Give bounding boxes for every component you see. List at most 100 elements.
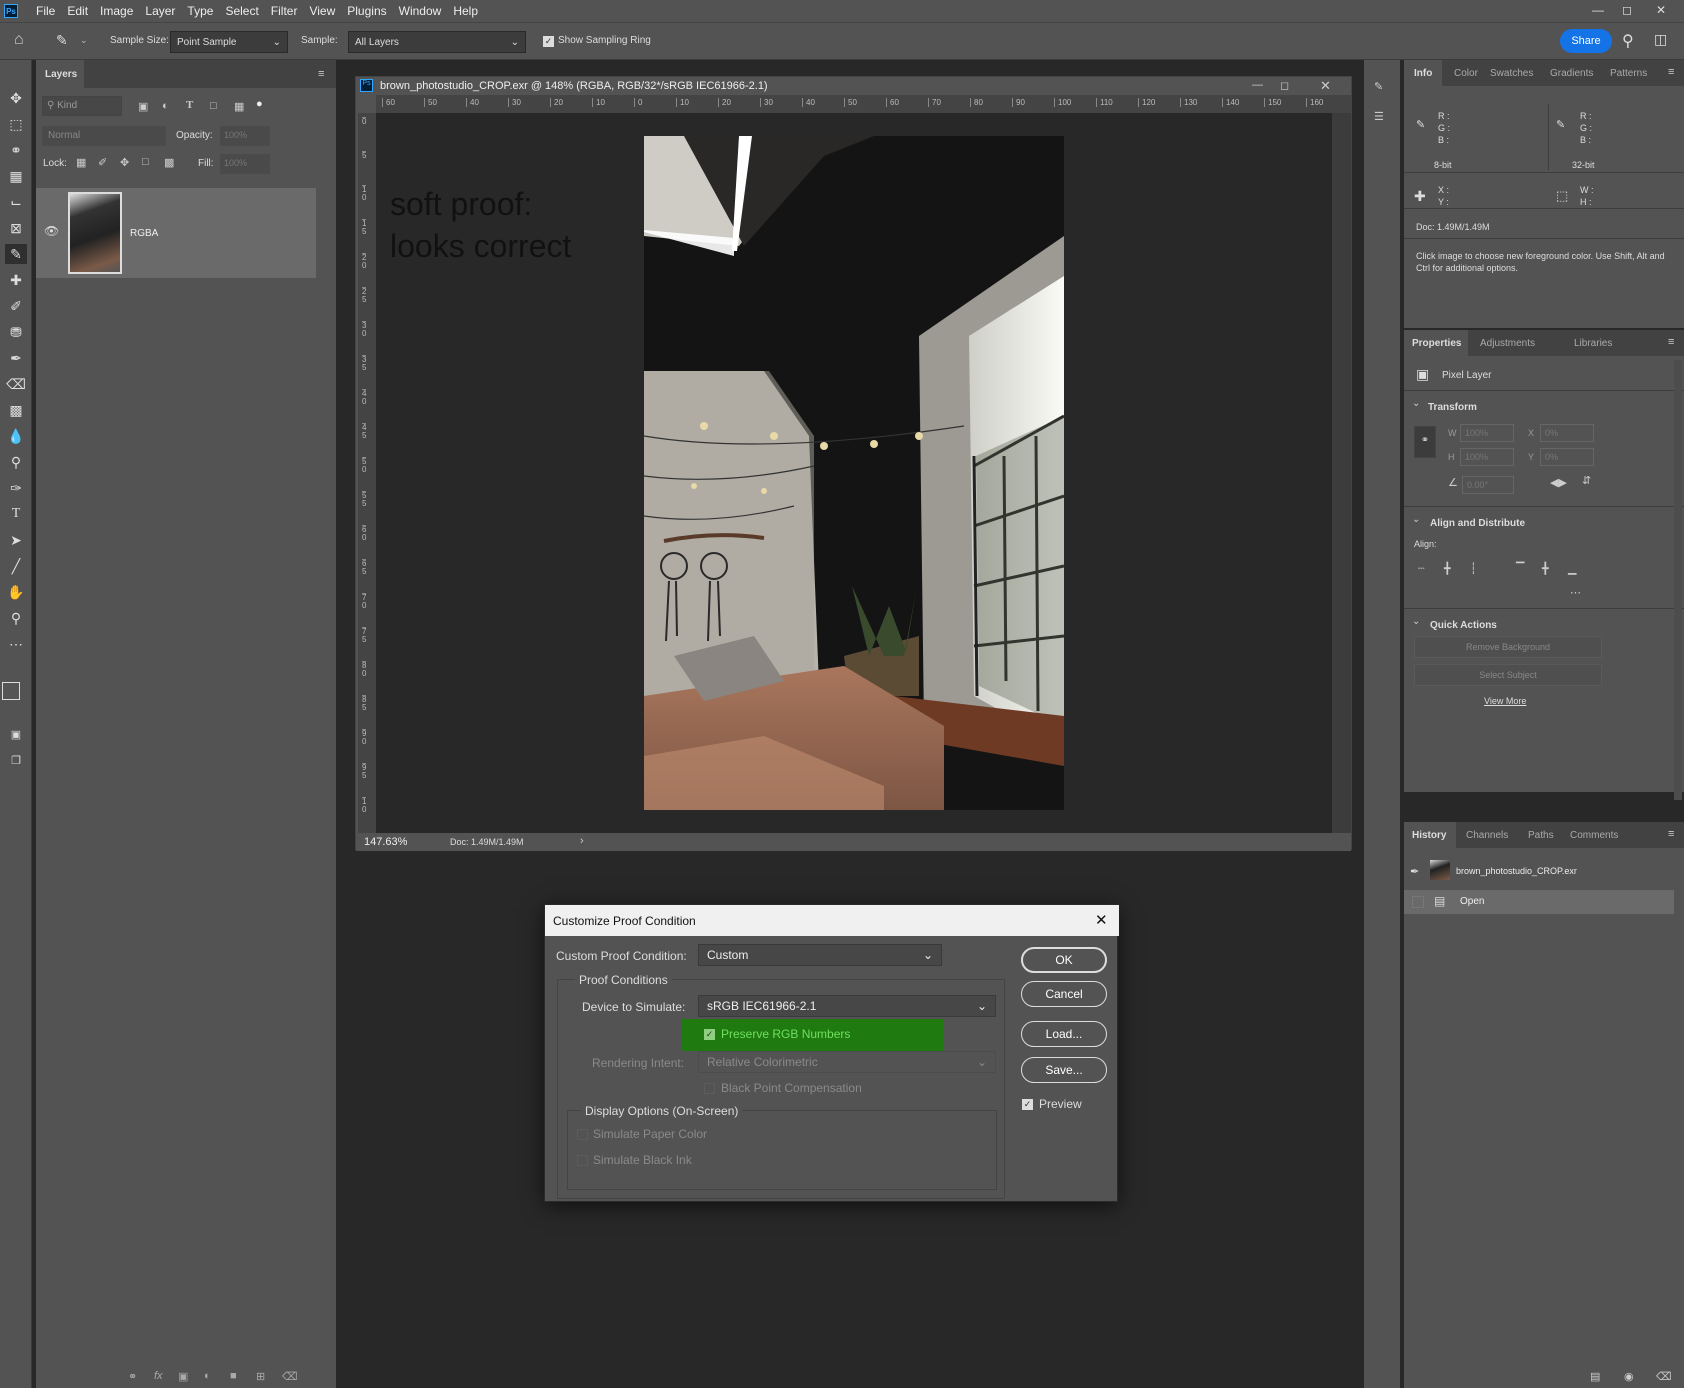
paper-color-checkbox[interactable] — [577, 1129, 588, 1140]
ok-button[interactable]: OK — [1021, 947, 1107, 973]
panel-menu-icon[interactable]: ≡ — [1668, 336, 1674, 348]
angle-input[interactable]: 0.00° — [1462, 476, 1514, 494]
foreground-color-swatch[interactable] — [2, 682, 20, 700]
lock-image-icon[interactable]: ✐ — [98, 156, 107, 169]
filter-adjustment-icon[interactable]: ◐ — [162, 100, 169, 112]
tab-history[interactable]: History — [1404, 822, 1456, 848]
share-button[interactable]: Share — [1560, 29, 1612, 53]
eyedropper-tool-icon[interactable]: ✎ — [5, 244, 27, 264]
search-icon[interactable]: ⚲ — [1622, 31, 1634, 51]
path-selection-tool-icon[interactable]: ➤ — [5, 530, 27, 550]
chevron-down-icon[interactable]: ⌄ — [1412, 514, 1420, 525]
align-top-icon[interactable]: ▔ — [1516, 562, 1524, 575]
adjustment-layer-icon[interactable]: ◐ — [204, 1370, 211, 1382]
align-left-icon[interactable]: ┄ — [1418, 562, 1425, 575]
menu-layer[interactable]: Layer — [139, 4, 181, 18]
history-snapshot-row[interactable]: ✒ brown_photostudio_CROP.exr — [1404, 856, 1674, 888]
flip-vertical-icon[interactable]: ⇵ — [1582, 474, 1591, 487]
new-layer-icon[interactable]: ⊞ — [256, 1370, 265, 1383]
frame-tool-icon[interactable]: ⊠ — [5, 218, 27, 238]
filter-toggle-icon[interactable]: ● — [256, 98, 263, 110]
y-input[interactable]: 0% — [1540, 448, 1594, 466]
rendering-intent-select[interactable]: Relative Colorimetric ⌄ — [698, 1051, 996, 1073]
add-mask-icon[interactable]: ▣ — [178, 1370, 188, 1383]
brush-settings-icon[interactable]: ✎ — [1374, 80, 1383, 93]
chevron-down-icon[interactable]: ⌄ — [1412, 398, 1420, 409]
screen-mode-icon[interactable]: ❐ — [5, 750, 27, 770]
align-middle-icon[interactable]: ╋ — [1542, 562, 1549, 575]
delete-state-icon[interactable]: ⌫ — [1656, 1370, 1672, 1383]
black-ink-checkbox[interactable] — [577, 1155, 588, 1166]
hand-tool-icon[interactable]: ✋ — [5, 582, 27, 602]
chevron-down-icon[interactable]: ⌄ — [1412, 616, 1420, 627]
home-icon[interactable]: ⌂ — [14, 31, 24, 49]
quick-mask-icon[interactable]: ▣ — [5, 724, 27, 744]
remove-background-button[interactable]: Remove Background — [1414, 636, 1602, 658]
menu-view[interactable]: View — [303, 4, 341, 18]
doc-close-icon[interactable]: ✕ — [1320, 78, 1331, 94]
menu-filter[interactable]: Filter — [265, 4, 304, 18]
adjust-presets-icon[interactable]: ☰ — [1374, 110, 1384, 123]
menu-help[interactable]: Help — [447, 4, 484, 18]
tab-libraries[interactable]: Libraries — [1574, 338, 1612, 349]
group-folder-icon[interactable]: ■ — [230, 1370, 237, 1382]
tab-swatches[interactable]: Swatches — [1490, 68, 1533, 79]
close-icon[interactable]: ✕ — [1656, 3, 1666, 17]
gradient-tool-icon[interactable]: ▩ — [5, 400, 27, 420]
healing-brush-tool-icon[interactable]: ✚ — [5, 270, 27, 290]
custom-proof-select[interactable]: Custom ⌄ — [698, 944, 942, 966]
crop-tool-icon[interactable]: ⌙ — [5, 192, 27, 212]
width-input[interactable]: 100% — [1460, 424, 1514, 442]
layer-row[interactable]: 👁 RGBA — [36, 188, 316, 278]
fx-icon[interactable]: fx — [154, 1370, 163, 1382]
bpc-checkbox[interactable] — [704, 1083, 715, 1094]
history-brush-source-icon[interactable]: ✒ — [1410, 865, 1419, 878]
tab-patterns[interactable]: Patterns — [1610, 68, 1647, 79]
eyedropper-tool-icon[interactable]: ✎ — [56, 32, 68, 49]
sampling-ring-checkbox[interactable]: ✓ — [543, 36, 554, 47]
filter-pixel-icon[interactable]: ▣ — [138, 100, 148, 113]
view-more-link[interactable]: View More — [1484, 696, 1526, 706]
height-input[interactable]: 100% — [1460, 448, 1514, 466]
preview-checkbox[interactable]: ✓ — [1022, 1099, 1033, 1110]
panel-menu-icon[interactable]: ≡ — [1668, 828, 1674, 840]
select-subject-button[interactable]: Select Subject — [1414, 664, 1602, 686]
delete-layer-icon[interactable]: ⌫ — [282, 1370, 298, 1383]
snapshot-camera-icon[interactable]: ◉ — [1624, 1370, 1634, 1383]
doc-maximize-icon[interactable]: ◻ — [1280, 79, 1289, 92]
marquee-tool-icon[interactable]: ⬚ — [5, 114, 27, 134]
menu-type[interactable]: Type — [181, 4, 219, 18]
x-input[interactable]: 0% — [1540, 424, 1594, 442]
tab-info[interactable]: Info — [1404, 60, 1442, 86]
opacity-input[interactable]: 100% — [220, 126, 270, 146]
panel-menu-icon[interactable]: ≡ — [1668, 66, 1674, 78]
visibility-eye-icon[interactable]: 👁 — [44, 224, 59, 238]
object-selection-tool-icon[interactable]: ▦ — [5, 166, 27, 186]
cancel-button[interactable]: Cancel — [1021, 981, 1107, 1007]
lock-artboard-icon[interactable]: □ — [142, 156, 149, 168]
more-options-icon[interactable]: ⋯ — [1570, 586, 1581, 599]
move-tool-icon[interactable]: ✥ — [5, 88, 27, 108]
tab-channels[interactable]: Channels — [1466, 830, 1508, 841]
history-source-box[interactable] — [1412, 896, 1424, 908]
menu-plugins[interactable]: Plugins — [341, 4, 392, 18]
filter-type-icon[interactable]: T — [186, 99, 193, 111]
photoshop-logo-icon[interactable]: Ps — [4, 4, 18, 18]
dodge-tool-icon[interactable]: ⚲ — [5, 452, 27, 472]
lasso-tool-icon[interactable]: ⚭ — [5, 140, 27, 160]
pen-tool-icon[interactable]: ✑ — [5, 478, 27, 498]
menu-image[interactable]: Image — [94, 4, 139, 18]
tab-adjustments[interactable]: Adjustments — [1480, 338, 1535, 349]
status-chevron-right-icon[interactable]: › — [580, 835, 584, 847]
menu-select[interactable]: Select — [219, 4, 264, 18]
maximize-icon[interactable]: ◻ — [1622, 3, 1632, 17]
link-dimensions-icon[interactable]: ⚭ — [1414, 426, 1436, 458]
flip-horizontal-icon[interactable]: ◀▶ — [1550, 476, 1567, 489]
tab-gradients[interactable]: Gradients — [1550, 68, 1593, 79]
lock-position-icon[interactable]: ✥ — [120, 156, 129, 169]
workspace-icon[interactable]: ◫ — [1654, 31, 1667, 48]
filter-shape-icon[interactable]: □ — [210, 100, 217, 112]
save-button[interactable]: Save... — [1021, 1057, 1107, 1083]
clone-stamp-tool-icon[interactable]: ⛃ — [5, 322, 27, 342]
link-layers-icon[interactable]: ⚭ — [128, 1370, 137, 1383]
